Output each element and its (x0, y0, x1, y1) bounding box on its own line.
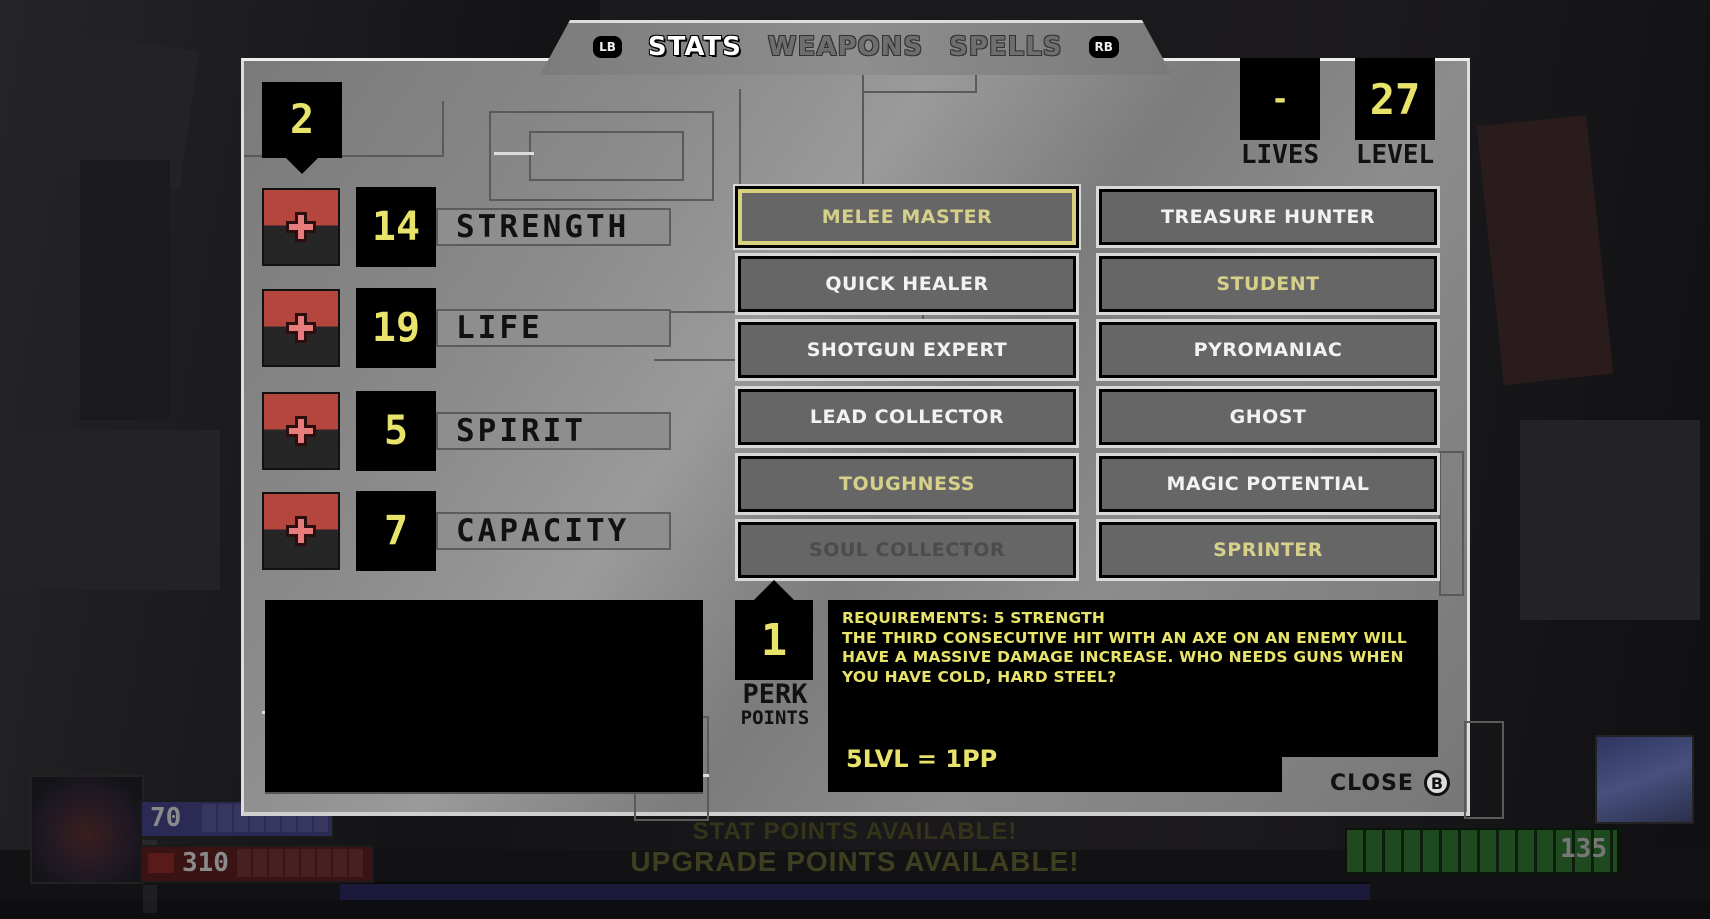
lb-button[interactable]: LB (593, 36, 622, 58)
perk-points-label-line2: POINTS (740, 707, 810, 729)
close-label: CLOSE (1330, 770, 1414, 796)
rb-button[interactable]: RB (1088, 36, 1119, 58)
plus-icon (286, 416, 316, 446)
spirit-value: 5 (356, 391, 436, 471)
tab-spells[interactable]: SPELLS (949, 32, 1062, 62)
capacity-label: CAPACITY (456, 513, 630, 549)
player-portrait (30, 775, 144, 884)
health-icon (148, 853, 174, 873)
pointer-arrow-icon (286, 158, 318, 174)
plus-icon (286, 212, 316, 242)
spirit-increase-button[interactable] (262, 392, 340, 470)
tab-weapons[interactable]: WEAPONS (768, 32, 923, 62)
stat-row-life: 19 LIFE (262, 288, 671, 368)
bar-segment (285, 849, 299, 877)
close-button[interactable]: CLOSE B (1330, 770, 1450, 796)
perk-toughness[interactable]: TOUGHNESS (738, 456, 1076, 512)
stat-row-capacity: 7 CAPACITY (262, 491, 671, 571)
perk-ghost[interactable]: GHOST (1099, 389, 1437, 445)
perk-description: REQUIREMENTS: 5 STRENGTH THE THIRD CONSE… (842, 609, 1422, 687)
bar-segment (333, 849, 347, 877)
bar-segment (237, 849, 251, 877)
plus-icon (286, 516, 316, 546)
perk-points-counter: 1 (735, 600, 813, 680)
stat-points-value: 2 (289, 97, 315, 143)
ammo-bar: 135 (1345, 828, 1619, 874)
capacity-label-plate: CAPACITY (436, 512, 671, 550)
perk-quick-healer[interactable]: QUICK HEALER (738, 256, 1076, 312)
lives-label: LIVES (1240, 140, 1320, 170)
lives-box: - (1240, 58, 1320, 140)
spirit-label-plate: SPIRIT (436, 412, 671, 450)
strength-value: 14 (356, 187, 436, 267)
strength-label: STRENGTH (456, 209, 630, 245)
perk-points-label-line1: PERK (742, 679, 808, 710)
perk-shotgun-expert[interactable]: SHOTGUN EXPERT (738, 322, 1076, 378)
perk-melee-master[interactable]: MELEE MASTER (738, 189, 1076, 245)
perk-points-value: 1 (760, 614, 788, 666)
health-value: 310 (182, 848, 229, 878)
bar-segment (317, 849, 331, 877)
b-button-icon: B (1423, 770, 1450, 796)
level-label: LEVEL (1355, 140, 1435, 170)
stat-points-notice: STAT POINTS AVAILABLE! (692, 818, 1018, 840)
life-label-plate: LIFE (436, 309, 671, 347)
lives-value: - (1270, 81, 1290, 117)
health-bar: 310 (140, 845, 374, 913)
strength-increase-button[interactable] (262, 188, 340, 266)
bar-segment (269, 849, 283, 877)
perk-description-text: THE THIRD CONSECUTIVE HIT WITH AN AXE ON… (842, 628, 1407, 686)
background-ceiling (600, 0, 1120, 20)
strength-label-plate: STRENGTH (436, 208, 671, 246)
perk-student[interactable]: STUDENT (1099, 256, 1437, 312)
hud-strip (340, 882, 1370, 900)
tab-bar: LB STATS WEAPONS SPELLS RB (540, 27, 1172, 67)
stat-row-spirit: 5 SPIRIT (262, 391, 671, 471)
weapon-portrait (1595, 735, 1694, 824)
level-box: 27 (1355, 58, 1435, 140)
upgrade-points-notice: UPGRADE POINTS AVAILABLE! (630, 846, 1080, 877)
perk-point-rate: 5LVL = 1PP (846, 745, 998, 773)
perk-sprinter[interactable]: SPRINTER (1099, 522, 1437, 578)
ammo-value: 135 (1560, 834, 1607, 864)
spirit-label: SPIRIT (456, 413, 586, 449)
bar-segment (202, 804, 216, 832)
perk-magic-potential[interactable]: MAGIC POTENTIAL (1099, 456, 1437, 512)
stat-row-strength: 14 STRENGTH (262, 187, 671, 267)
bar-segment (301, 849, 315, 877)
life-increase-button[interactable] (262, 289, 340, 367)
background-wall (0, 430, 220, 590)
perk-soul-collector[interactable]: SOUL COLLECTOR (738, 522, 1076, 578)
life-label: LIFE (456, 310, 543, 346)
level-value: 27 (1369, 74, 1421, 124)
life-value: 19 (356, 288, 436, 368)
armor-value: 70 (150, 803, 182, 833)
pointer-arrow-icon (754, 580, 794, 600)
capacity-value: 7 (356, 491, 436, 571)
stat-points-counter: 2 (262, 82, 342, 158)
perk-treasure-hunter[interactable]: TREASURE HUNTER (1099, 189, 1437, 245)
bar-segment (218, 804, 232, 832)
background-wall (1520, 420, 1700, 620)
bar-segment (349, 849, 363, 877)
background-wall (80, 160, 170, 420)
tab-stats[interactable]: STATS (648, 32, 742, 62)
capacity-increase-button[interactable] (262, 492, 340, 570)
stat-info-box (265, 600, 703, 794)
plus-icon (286, 313, 316, 343)
perk-pyromaniac[interactable]: PYROMANIAC (1099, 322, 1437, 378)
bar-segment (253, 849, 267, 877)
perk-requirements: REQUIREMENTS: 5 STRENGTH (842, 609, 1106, 627)
perk-points-label: PERK POINTS (733, 679, 817, 729)
perk-lead-collector[interactable]: LEAD COLLECTOR (738, 389, 1076, 445)
bar-segment (143, 885, 157, 913)
